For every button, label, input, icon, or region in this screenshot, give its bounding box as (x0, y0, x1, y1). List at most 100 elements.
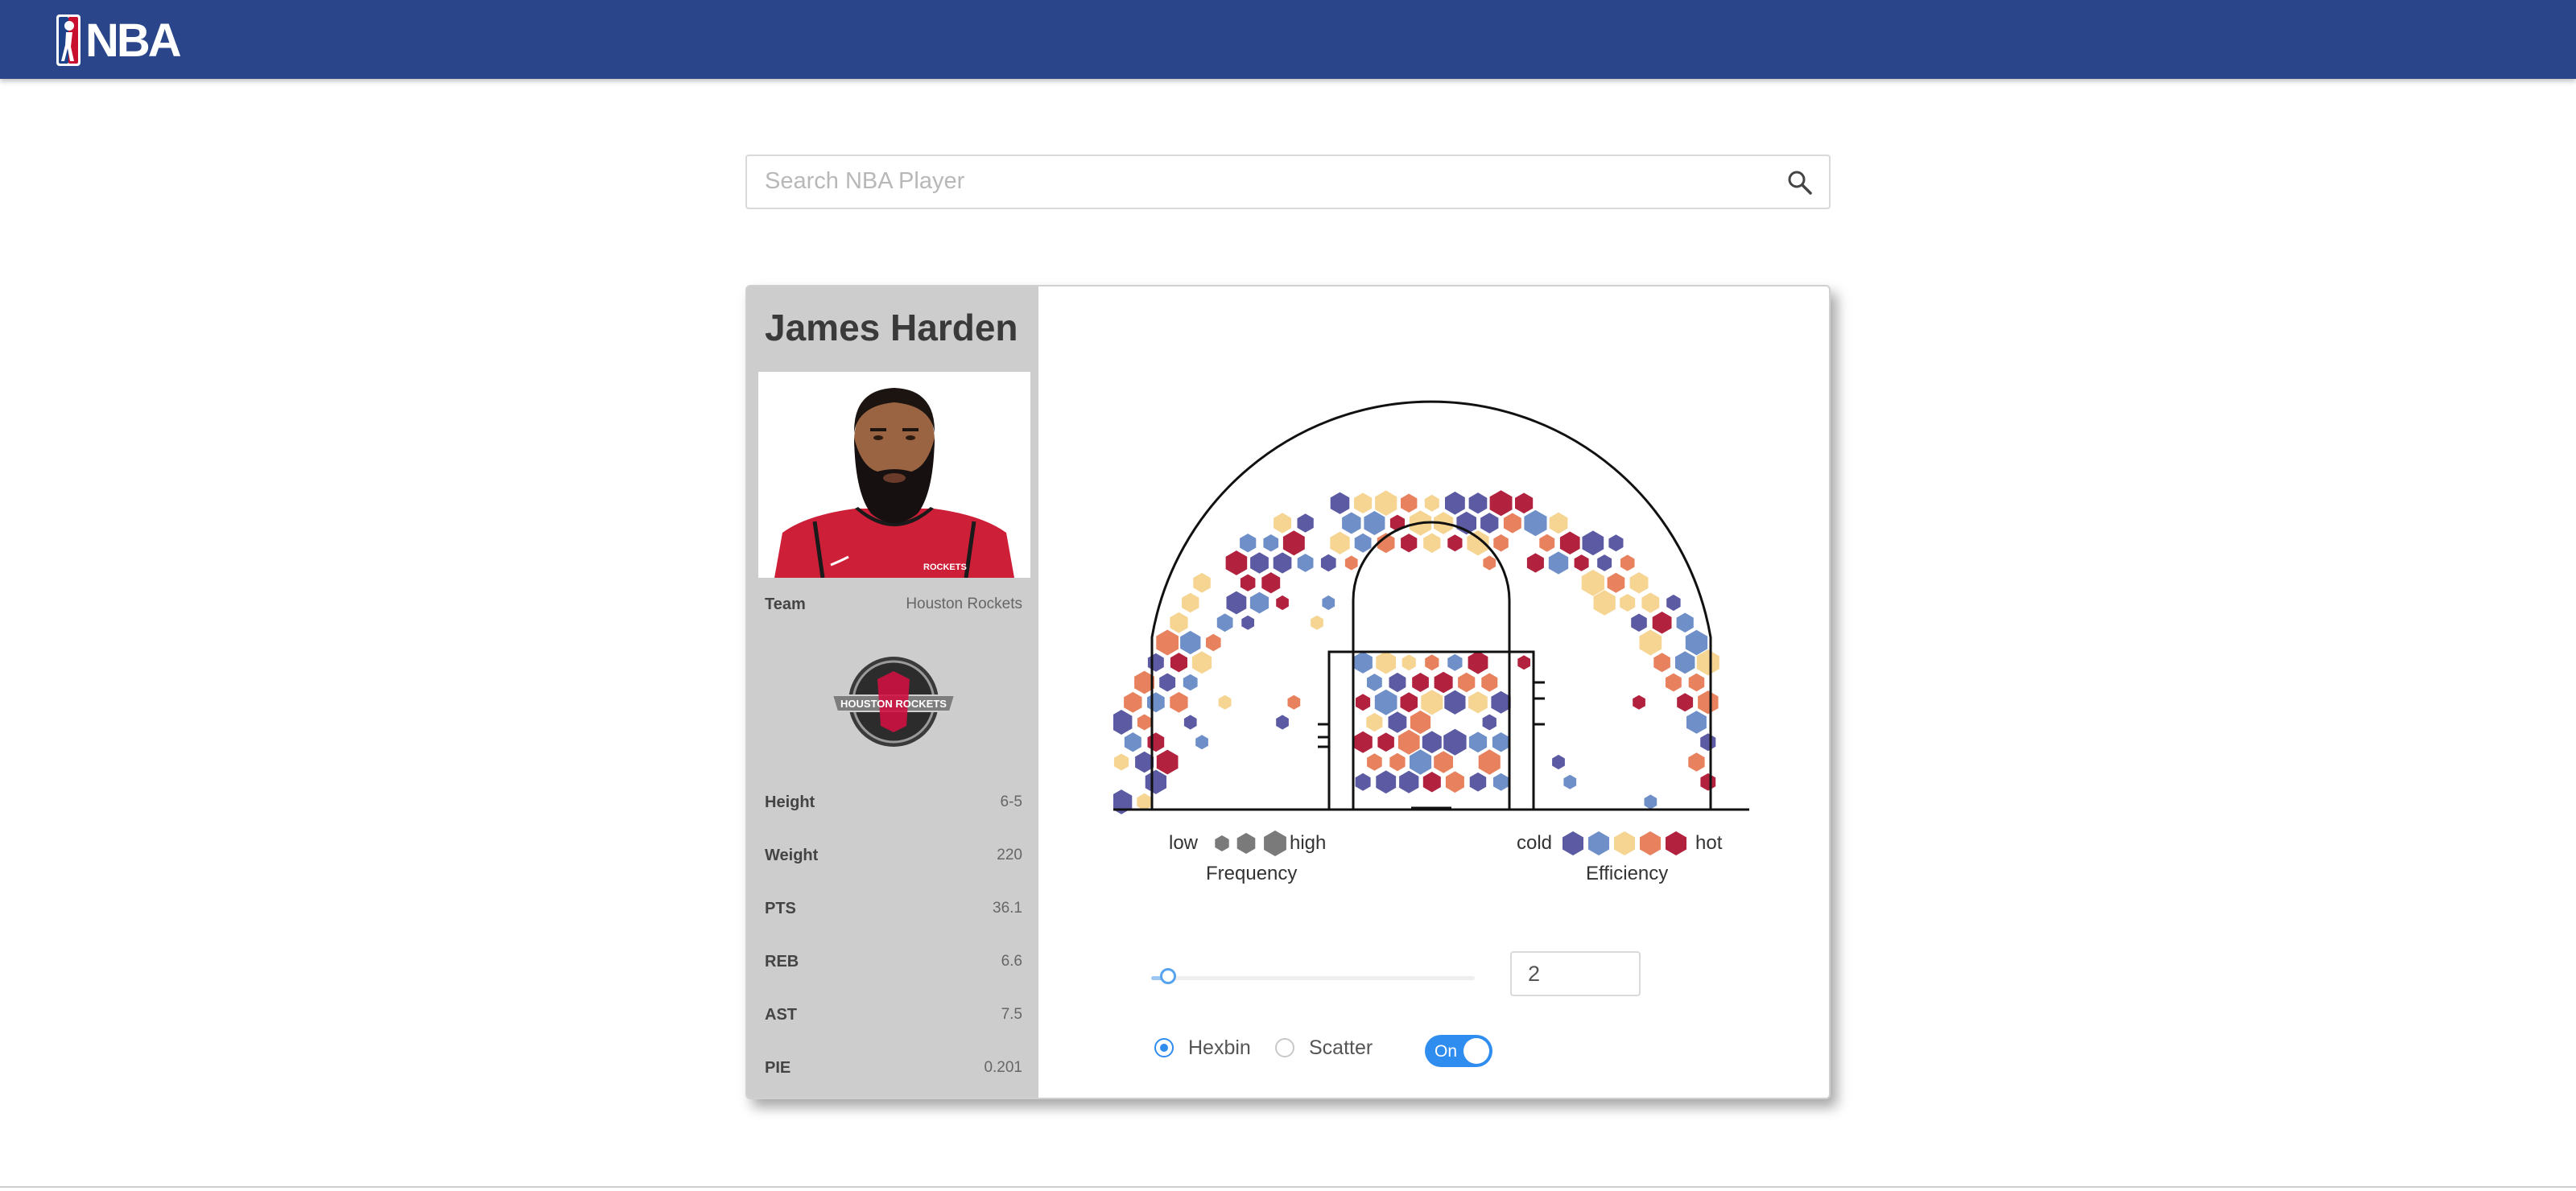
shot-hexagon (1481, 673, 1498, 692)
stat-row-pie: PIE 0.201 (765, 1059, 1022, 1091)
hexbin-radio-label[interactable]: Hexbin (1188, 1036, 1251, 1060)
shot-hexagon (1608, 534, 1624, 552)
shot-hexagon (1423, 533, 1441, 553)
shot-hexagon (1468, 492, 1488, 514)
shot-hexagon (1698, 690, 1719, 715)
player-name: James Harden (765, 307, 1018, 348)
shot-hexagon (1539, 534, 1555, 552)
legend-efficiency-title: Efficiency (1586, 863, 1669, 884)
hexbin-radio[interactable] (1154, 1038, 1174, 1057)
top-navigation-bar: NBA (0, 0, 2576, 79)
search-icon[interactable] (1785, 168, 1814, 197)
stat-value: 36.1 (993, 900, 1022, 917)
shot-hexagon (1170, 612, 1188, 633)
shot-hexagon (1685, 629, 1708, 656)
team-value: Houston Rockets (906, 596, 1022, 612)
shot-hexagon (1282, 530, 1305, 556)
shot-hexagon (1666, 673, 1682, 692)
shot-hexagon (1145, 769, 1166, 794)
stat-value: 6.6 (1001, 953, 1022, 970)
shot-hexagon (1297, 513, 1314, 533)
bin-size-slider-thumb[interactable] (1160, 968, 1176, 984)
shot-hexagon (1445, 771, 1464, 793)
shot-hexagon (1183, 715, 1197, 730)
shot-hexagon (1147, 732, 1165, 752)
frequency-legend-swatches (1215, 830, 1286, 856)
shot-hexagon (1493, 534, 1509, 552)
shot-hexagon (1482, 714, 1496, 731)
shot-hexagon (1193, 572, 1211, 593)
shot-hexagon (1353, 731, 1373, 753)
shot-hexagon (1447, 653, 1463, 671)
shot-hexagon (1574, 554, 1589, 571)
shot-hexagon (1652, 612, 1672, 634)
shot-hexagon (1468, 691, 1488, 714)
scatter-radio[interactable] (1275, 1038, 1294, 1057)
stat-value: 220 (997, 847, 1022, 863)
shot-hexagon (1493, 773, 1509, 791)
shot-hexagon (1688, 673, 1705, 692)
shot-hexagon (1517, 655, 1530, 670)
shot-hexagon (1137, 793, 1152, 811)
shot-hexagon (1375, 490, 1397, 516)
player-search-input[interactable] (763, 156, 1765, 206)
stat-row-reb: REB 6.6 (765, 953, 1022, 985)
shot-hexagon (1344, 555, 1358, 571)
shot-hexagon (1480, 513, 1499, 534)
nba-logo-text: NBA (85, 14, 182, 67)
shot-hexagon (1524, 509, 1547, 537)
shot-hexagon (1367, 753, 1382, 771)
shot-hexagon (1676, 612, 1694, 633)
shot-hexagon (1548, 551, 1569, 575)
efficiency-swatch (1666, 831, 1686, 855)
shot-hexagon (1320, 554, 1336, 572)
shot-hexagon (1170, 691, 1188, 713)
shot-hexagon (1124, 732, 1141, 752)
shot-hexagon (1273, 552, 1292, 574)
shot-hexagon (1364, 511, 1385, 535)
shot-hexagon (1425, 654, 1439, 671)
shot-hexagon (1489, 490, 1513, 517)
shot-hexagon (1422, 772, 1441, 793)
shot-hexagon (1225, 550, 1248, 575)
efficiency-swatch (1614, 831, 1635, 855)
display-toggle-switch[interactable]: On (1425, 1035, 1492, 1067)
shot-hexagon (1410, 749, 1432, 775)
shot-hexagon (1422, 731, 1442, 754)
shot-hexagon (1137, 714, 1152, 731)
shot-hexagon (1249, 591, 1269, 614)
shot-hexagon (1700, 733, 1716, 752)
shot-chart[interactable] (1113, 367, 1749, 818)
efficiency-swatch (1640, 831, 1661, 855)
stat-label: Height (765, 793, 815, 811)
shot-hexagon (1311, 615, 1323, 630)
shot-hexagon (1666, 594, 1681, 612)
shot-hexagon (1620, 594, 1636, 612)
scatter-radio-label[interactable]: Scatter (1309, 1036, 1373, 1060)
shot-hexagon (1356, 694, 1371, 711)
shot-hexagon (1620, 554, 1635, 571)
bin-size-number-input[interactable] (1510, 951, 1641, 996)
toggle-knob (1463, 1038, 1489, 1064)
shot-hexagon (1469, 772, 1487, 792)
shot-hexagon (1183, 674, 1198, 691)
shot-hexagon (1582, 530, 1604, 556)
bin-size-slider-track[interactable] (1151, 976, 1475, 980)
shot-hexagon (1468, 731, 1488, 753)
shot-hexagon (1330, 492, 1350, 514)
team-logo: HOUSTON ROCKETS (831, 657, 956, 747)
shot-hexagon (1468, 650, 1488, 674)
stat-value: 6-5 (1000, 793, 1022, 810)
shot-hexagon (1218, 694, 1232, 710)
nba-logo[interactable]: NBA (56, 14, 182, 67)
shot-hexagon (1147, 653, 1164, 672)
shot-hexagon (1241, 615, 1254, 630)
shot-hexagon (1206, 633, 1221, 652)
shot-hexagon (1376, 770, 1397, 794)
shot-hexagon (1274, 513, 1291, 534)
shot-hexagon (1515, 492, 1534, 514)
shot-hexagon (1263, 534, 1279, 552)
shot-hexagon (1159, 673, 1176, 692)
player-headshot: ROCKETS (758, 372, 1030, 578)
shot-hexagon (1124, 691, 1142, 713)
